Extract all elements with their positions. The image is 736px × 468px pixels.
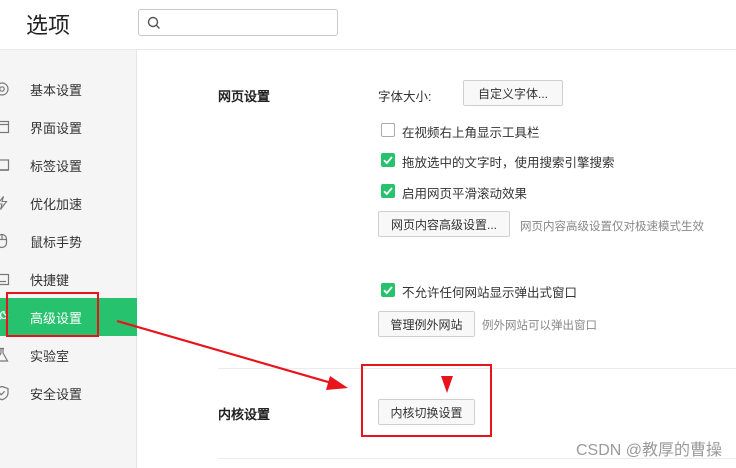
mouse-icon (0, 233, 8, 249)
sidebar-item-label: 优化加速 (30, 196, 83, 212)
flask-icon (0, 347, 9, 362)
watermark: CSDN @教厚的曹操 (575, 442, 722, 459)
video-toolbar-label: 在视频右上角显示工具栏 (402, 126, 540, 140)
lightning-icon (0, 196, 8, 210)
sidebar-item-basic[interactable]: 基本设置 (0, 70, 137, 108)
smooth-scroll-checkbox[interactable] (381, 184, 395, 198)
sidebar-item-label: 界面设置 (30, 120, 83, 136)
manage-exceptions-button[interactable]: 管理例外网站 (378, 311, 475, 337)
shield-icon (0, 385, 9, 401)
advanced-content-button[interactable]: 网页内容高级设置... (378, 211, 510, 237)
custom-font-button[interactable]: 自定义字体... (463, 80, 563, 106)
sidebar-item-security[interactable]: 安全设置 (0, 374, 137, 412)
sidebar: 基本设置 界面设置 标签设置 优化加速 鼠标手势 快捷键 高级设置 实验室 安全… (0, 50, 137, 468)
gear-icon (0, 82, 9, 96)
sidebar-item-interface[interactable]: 界面设置 (0, 108, 137, 146)
webpage-section-label: 网页设置 (218, 89, 271, 104)
sidebar-item-tabs[interactable]: 标签设置 (0, 146, 137, 184)
sidebar-item-label: 安全设置 (30, 386, 83, 402)
block-popups-label: 不允许任何网站显示弹出式窗口 (402, 286, 578, 300)
highlight-box-kernel (361, 364, 492, 437)
search-icon (147, 16, 160, 29)
sidebar-item-label: 鼠标手势 (30, 234, 83, 250)
video-toolbar-checkbox[interactable] (381, 123, 395, 137)
sidebar-item-label: 基本设置 (30, 82, 83, 98)
window-icon (0, 120, 10, 134)
sidebar-item-optimize[interactable]: 优化加速 (0, 184, 137, 222)
font-size-label: 字体大小: (378, 90, 432, 104)
block-popups-checkbox[interactable] (381, 283, 395, 297)
sidebar-item-label: 快捷键 (30, 272, 70, 288)
sidebar-item-label: 实验室 (30, 348, 70, 364)
annotation-arrow-line (116, 319, 336, 386)
kernel-section-label: 内核设置 (218, 407, 271, 422)
smooth-scroll-label: 启用网页平滑滚动效果 (402, 187, 528, 201)
sidebar-item-label: 标签设置 (30, 158, 83, 174)
advanced-content-hint: 网页内容高级设置仅对极速模式生效 (520, 221, 704, 233)
drag-search-checkbox[interactable] (381, 153, 395, 167)
search-input[interactable] (167, 13, 331, 32)
annotation-arrowhead (326, 376, 348, 390)
search-box[interactable] (138, 9, 338, 36)
drag-search-label: 拖放选中的文字时，使用搜索引擎搜索 (402, 156, 615, 170)
highlight-box-advanced (6, 292, 99, 337)
exceptions-hint: 例外网站可以弹出窗口 (482, 320, 597, 332)
keyboard-icon (0, 273, 10, 286)
sidebar-item-labs[interactable]: 实验室 (0, 336, 137, 374)
checkmark-icon (383, 187, 393, 196)
tab-icon (0, 159, 10, 171)
checkmark-icon (383, 156, 393, 165)
checkmark-icon (383, 286, 393, 295)
page-title: 选项 (26, 13, 71, 38)
sidebar-item-mouse-gestures[interactable]: 鼠标手势 (0, 222, 137, 260)
